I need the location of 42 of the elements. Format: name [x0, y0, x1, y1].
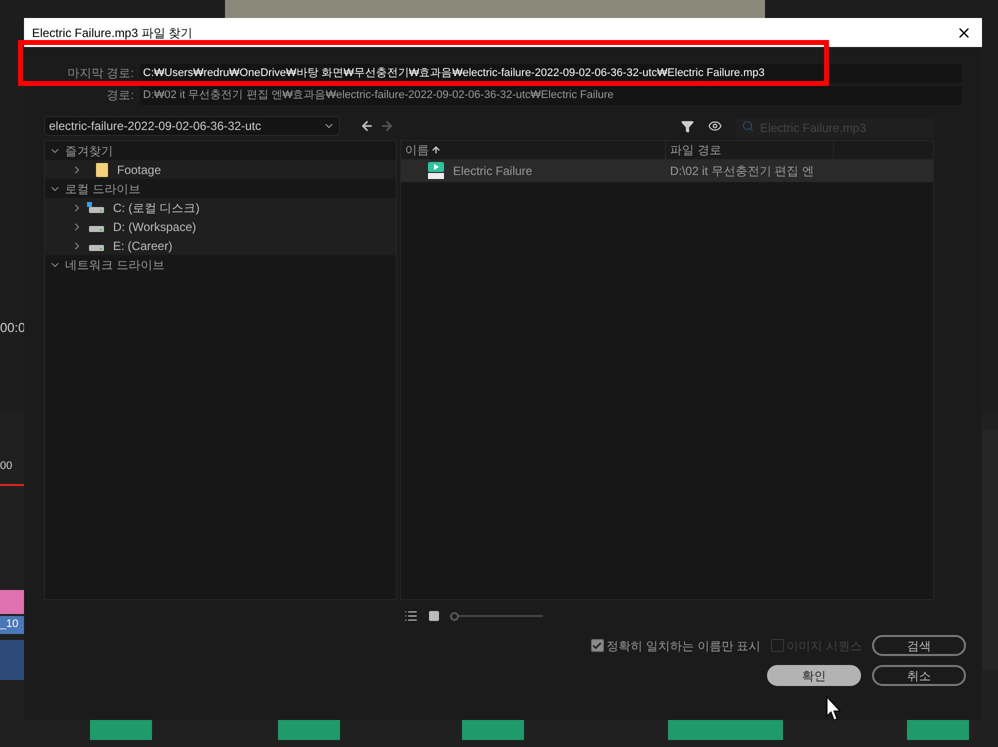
mouse-cursor-icon [826, 696, 842, 722]
video-clip [0, 590, 24, 614]
tree-item[interactable]: 로컬 드라이브 [65, 180, 140, 198]
field-label: 경로: [106, 87, 134, 104]
window-title: Electric Failure.mp3 파일 찾기 [32, 24, 193, 42]
list-view-icon[interactable] [404, 609, 418, 623]
sort-arrow-icon [431, 145, 441, 155]
slider-thumb[interactable] [450, 612, 459, 620]
filter-icon[interactable] [681, 120, 694, 132]
clip-label: _10 [0, 616, 24, 634]
dialog-button[interactable]: 취소 [872, 665, 966, 686]
path-field: D:₩02 it 무선충전기 편집 엔₩효과음₩electric-failure-2022-09-02-06-36-32-utc₩Electric Failure [140, 86, 962, 104]
tree-item[interactable]: E: (Career) [113, 236, 172, 254]
folder-dropdown[interactable]: electric-failure-2022-09-02-06-36-32-utc [44, 116, 340, 136]
folder-icon [95, 162, 109, 178]
column-header[interactable]: 파일 경로 [666, 141, 834, 159]
audio-clip [0, 640, 24, 680]
field-label: 마지막 경로: [66, 65, 134, 82]
playhead-line [0, 484, 24, 486]
tree-item[interactable]: 네트워크 드라이브 [65, 256, 164, 274]
zoom-slider[interactable] [450, 612, 543, 620]
checkbox[interactable] [590, 639, 604, 652]
audio-clip [907, 720, 969, 740]
dialog-button[interactable]: 확인 [767, 665, 861, 686]
column-header[interactable]: 이름 [401, 141, 666, 159]
file-row[interactable]: Electric Failure D:\02 it 무선충전기 편집 엔 [401, 160, 933, 182]
audio-clip [278, 720, 340, 740]
file-name: Electric Failure [453, 163, 532, 180]
dialog-button[interactable]: 검색 [872, 635, 966, 656]
checkbox-label: 정확히 일치하는 이름만 표시 [606, 638, 761, 654]
eye-icon[interactable] [708, 119, 722, 133]
audio-file-icon [427, 162, 445, 180]
tree-item[interactable]: 즐겨찾기 [65, 142, 113, 160]
audio-clip [462, 720, 524, 740]
audio-clip [90, 720, 152, 740]
timecode: 00 [0, 459, 12, 474]
system-drive-icon [87, 202, 105, 214]
tree-item[interactable]: Footage [117, 160, 162, 178]
path-field: C:₩Users₩redru₩OneDrive₩바탕 화면₩무선충전기₩효과음₩electric-failure-2022-09-02-06-36-32-utc₩Electric Failure.mp3 [140, 64, 962, 82]
search-icon [742, 120, 754, 132]
file-path: D:\02 it 무선충전기 편집 엔 [669, 163, 816, 180]
thumbnail-view-icon[interactable] [428, 610, 440, 622]
